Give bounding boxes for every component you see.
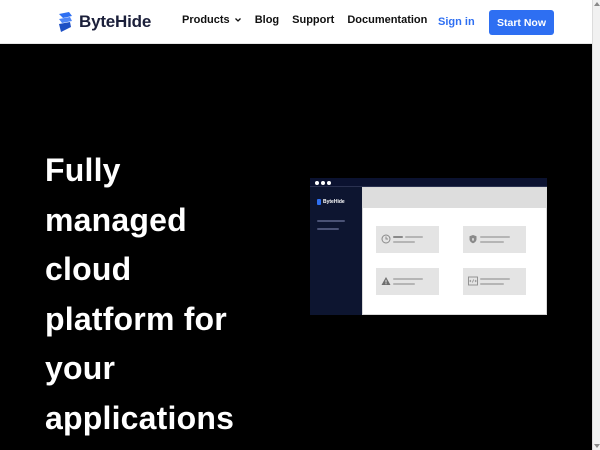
bytehide-logo-icon bbox=[59, 12, 72, 32]
illustration-card bbox=[376, 268, 439, 295]
hero-title-line: applications bbox=[45, 399, 235, 436]
illustration-card bbox=[376, 226, 439, 253]
warning-icon bbox=[381, 277, 391, 285]
hero-title-line: Fully bbox=[45, 152, 121, 188]
card-placeholder-line bbox=[393, 241, 415, 243]
hero-title-line: your bbox=[45, 350, 116, 386]
card-placeholder-line bbox=[480, 283, 504, 285]
main-nav: Products Blog Support Documentation bbox=[182, 14, 440, 26]
card-placeholder-line bbox=[480, 278, 510, 280]
card-placeholder-line bbox=[480, 236, 510, 238]
nav-support[interactable]: Support bbox=[292, 14, 334, 26]
chevron-down-icon bbox=[234, 18, 241, 22]
brand-name: ByteHide bbox=[79, 12, 152, 31]
scroll-up-icon[interactable] bbox=[594, 2, 600, 6]
nav-products-label: Products bbox=[182, 14, 230, 26]
illustration-main bbox=[362, 187, 547, 315]
illustration-logo: ByteHide bbox=[317, 199, 345, 205]
window-dot-icon bbox=[321, 181, 325, 185]
illustration-sidebar: ByteHide bbox=[310, 187, 362, 315]
shield-icon bbox=[469, 235, 477, 244]
window-dot-icon bbox=[315, 181, 319, 185]
card-placeholder-line bbox=[393, 283, 415, 285]
sign-in-link[interactable]: Sign in bbox=[438, 16, 475, 28]
hero-title-line: cloud bbox=[45, 251, 132, 287]
nav-documentation[interactable]: Documentation bbox=[347, 14, 427, 26]
sidebar-placeholder-line bbox=[317, 220, 345, 222]
code-icon bbox=[468, 276, 478, 286]
top-navbar: ByteHide Products Blog Support Documenta… bbox=[0, 0, 592, 44]
bytehide-logo[interactable]: ByteHide bbox=[58, 11, 151, 33]
hero-title-line: platform for bbox=[45, 300, 227, 337]
bytehide-logo-icon bbox=[317, 199, 321, 205]
illustration-card bbox=[463, 226, 526, 253]
illustration-card bbox=[463, 268, 526, 295]
window-titlebar bbox=[310, 178, 547, 187]
hero-title-line: managed bbox=[45, 201, 187, 238]
window-dot-icon bbox=[327, 181, 331, 185]
nav-products[interactable]: Products bbox=[182, 14, 242, 26]
dashboard-illustration: ByteHide bbox=[310, 178, 547, 315]
start-now-button[interactable]: Start Now bbox=[489, 10, 554, 35]
hero-title: Fully managed cloud platform for your ap… bbox=[45, 146, 295, 443]
sidebar-placeholder-line bbox=[317, 228, 339, 230]
nav-blog[interactable]: Blog bbox=[255, 14, 279, 26]
card-placeholder-line bbox=[405, 236, 423, 238]
scroll-down-icon[interactable] bbox=[594, 444, 600, 448]
illustration-header bbox=[363, 188, 546, 208]
card-placeholder-line bbox=[393, 236, 403, 238]
clock-icon bbox=[381, 234, 391, 244]
page-scrollbar[interactable] bbox=[592, 0, 600, 450]
illustration-brand: ByteHide bbox=[323, 199, 345, 205]
card-placeholder-line bbox=[480, 241, 504, 243]
card-placeholder-line bbox=[393, 278, 423, 280]
